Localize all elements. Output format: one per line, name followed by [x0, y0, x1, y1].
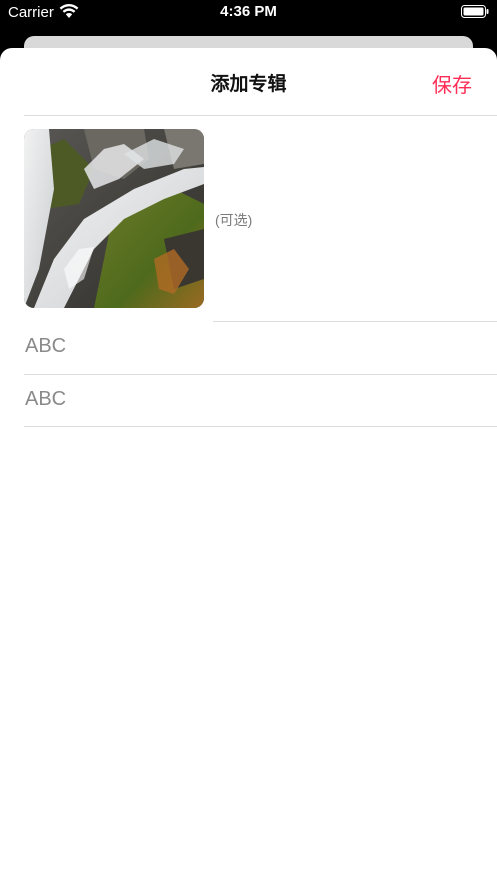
optional-hint: (可选) [215, 212, 253, 228]
divider [24, 426, 497, 427]
waterfall-photo [24, 129, 204, 308]
status-time: 4:36 PM [220, 3, 277, 20]
nav-bar: 添加专辑 保存 [0, 48, 497, 115]
album-cover-image[interactable] [24, 129, 204, 308]
status-bar: Carrier 4:36 PM [0, 0, 497, 26]
page-title: 添加专辑 [210, 74, 287, 95]
album-name-field[interactable]: ABC [25, 322, 497, 368]
save-button[interactable]: 保存 [432, 69, 472, 98]
album-description-field[interactable]: ABC [25, 375, 497, 421]
divider [24, 115, 497, 116]
battery-icon [461, 5, 489, 18]
add-album-sheet: 添加专辑 保存 (可选) ABC ABC [0, 48, 497, 883]
